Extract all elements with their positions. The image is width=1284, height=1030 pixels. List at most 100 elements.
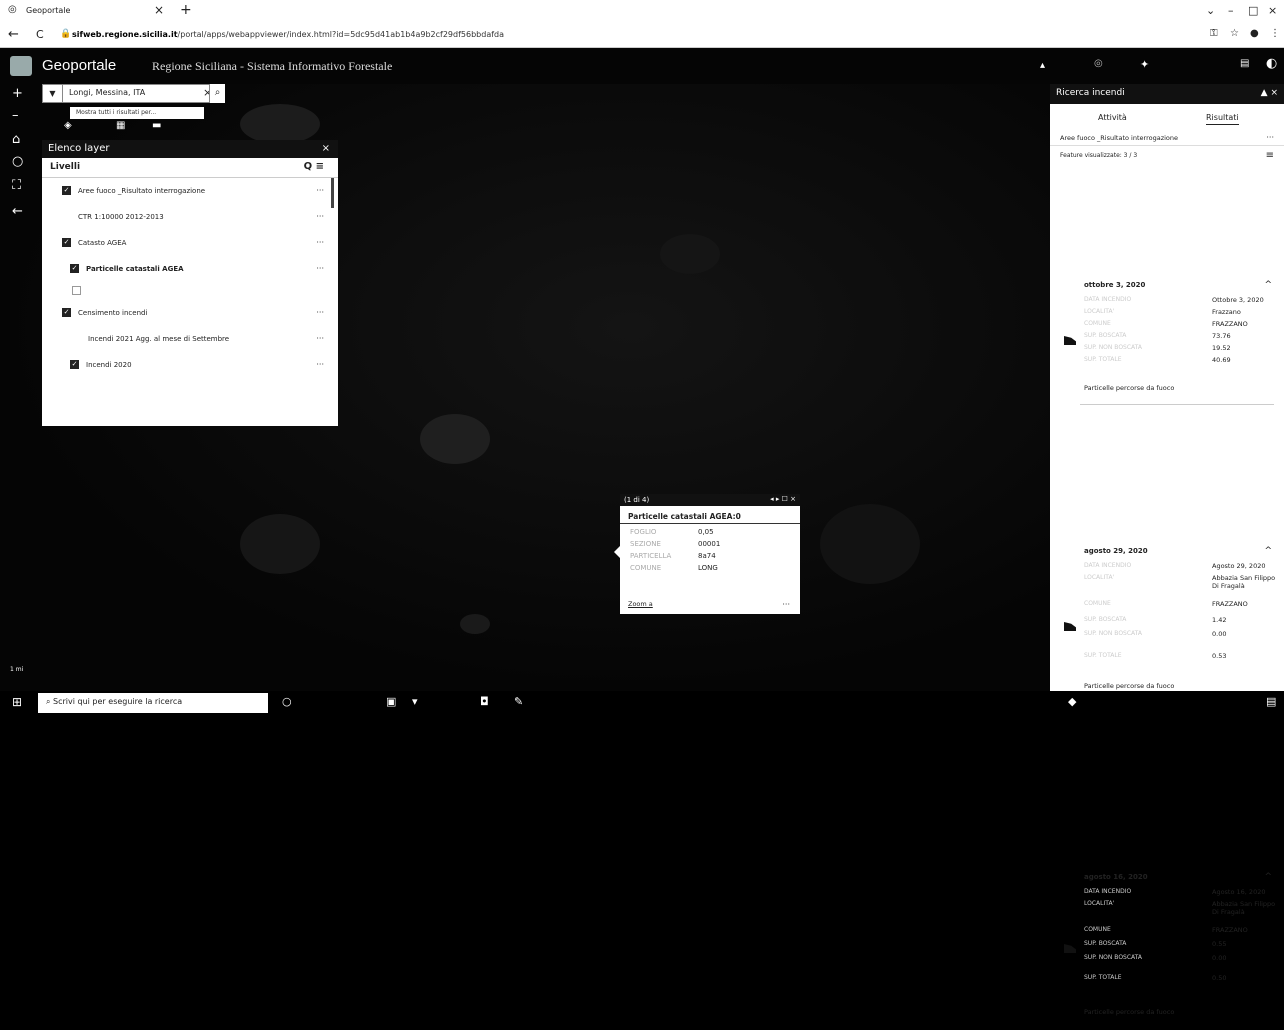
- layer-row[interactable]: ✓ Aree fuoco _Risultato interrogazione ·…: [42, 178, 338, 204]
- list-options-icon[interactable]: ≡: [1266, 150, 1274, 161]
- lock-icon: 🔒: [60, 29, 72, 39]
- layer-row[interactable]: ✓ Censimento incendi ···: [42, 300, 338, 326]
- task-view-icon[interactable]: ○: [282, 695, 292, 708]
- mail-icon[interactable]: ▾: [412, 695, 418, 708]
- chevron-up-icon[interactable]: ^: [1264, 546, 1272, 556]
- result-value: FRAZZANO: [1212, 600, 1248, 608]
- more-icon[interactable]: ···: [316, 178, 324, 204]
- locate-button[interactable]: ○: [12, 154, 23, 169]
- layers-icon[interactable]: ◈: [64, 120, 72, 131]
- result-value: Ottobre 3, 2020: [1212, 296, 1264, 304]
- layer-row[interactable]: Incendi 2021 Agg. al mese di Settembre ·…: [42, 326, 338, 352]
- more-icon[interactable]: ···: [316, 352, 324, 378]
- result-date: agosto 29, 2020: [1084, 547, 1148, 555]
- tab-close-button[interactable]: ×: [154, 3, 164, 17]
- panel-controls[interactable]: ▲ ×: [1261, 88, 1278, 98]
- tray-icon[interactable]: ◆: [1068, 695, 1076, 708]
- file-explorer-icon[interactable]: ▣: [386, 695, 396, 708]
- browser-tab[interactable]: Geoportale: [26, 6, 70, 15]
- close-icon[interactable]: ×: [322, 143, 330, 154]
- result-value: 40.69: [1212, 356, 1231, 364]
- zoom-in-button[interactable]: +: [12, 86, 23, 101]
- checkbox-checked[interactable]: ✓: [70, 264, 79, 273]
- zoom-out-button[interactable]: –: [12, 108, 19, 123]
- more-icon[interactable]: ···: [782, 600, 790, 609]
- layer-row[interactable]: ✓ Catasto AGEA ···: [42, 230, 338, 256]
- checkbox-checked[interactable]: ✓: [62, 238, 71, 247]
- profile-icon[interactable]: ●: [1250, 28, 1259, 39]
- widget-icon[interactable]: ▴: [1040, 60, 1045, 71]
- minimize-button[interactable]: –: [1228, 4, 1234, 17]
- previous-extent-button[interactable]: ←: [12, 204, 23, 219]
- menu-icon[interactable]: ⋮: [1270, 28, 1280, 39]
- more-icon[interactable]: ···: [316, 300, 324, 326]
- help-icon[interactable]: ◐: [1266, 56, 1277, 71]
- feature-popup: (1 di 4) ◂ ▸ ☐ × Particelle catastali AG…: [614, 494, 800, 614]
- reload-button[interactable]: C: [36, 28, 44, 41]
- fullscreen-button[interactable]: ⛶: [12, 178, 21, 193]
- popup-header: (1 di 4) ◂ ▸ ☐ ×: [620, 494, 800, 506]
- zoom-to-link[interactable]: Zoom a: [628, 600, 653, 608]
- url-field[interactable]: sifweb.regione.sicilia.it/portal/apps/we…: [72, 30, 504, 39]
- checkbox-checked[interactable]: ✓: [70, 360, 79, 369]
- chevron-up-icon[interactable]: ^: [1264, 280, 1272, 290]
- notifications-icon[interactable]: ▤: [1266, 695, 1276, 708]
- chevron-up-icon[interactable]: ^: [1264, 872, 1272, 882]
- result-key: SUP. BOSCATA: [1084, 616, 1127, 623]
- legend-widget-icon[interactable]: ▤: [1240, 58, 1249, 69]
- result-value: Abbazia San Filippo Di Fragalà: [1212, 900, 1276, 916]
- back-button[interactable]: ←: [8, 27, 19, 42]
- popup-controls[interactable]: ◂ ▸ ☐ ×: [770, 495, 796, 503]
- more-icon[interactable]: ···: [316, 256, 324, 282]
- tab-results[interactable]: Risultati: [1206, 113, 1239, 125]
- result-value: 0.55: [1212, 940, 1227, 948]
- layers-widget-icon[interactable]: ◎: [1094, 58, 1103, 69]
- checkbox-checked[interactable]: ✓: [62, 186, 71, 195]
- filter-tools-icon[interactable]: Q ≡: [304, 161, 324, 172]
- burned-parcels-link[interactable]: Particelle percorse da fuoco: [1084, 384, 1174, 392]
- fire-icon: [1064, 336, 1076, 345]
- layer-row[interactable]: ✓ Incendi 2020 ···: [42, 352, 338, 378]
- search-input[interactable]: Longi, Messina, ITA: [69, 88, 145, 97]
- app-icon[interactable]: ✎: [514, 695, 523, 708]
- key-icon[interactable]: ⚿: [1210, 28, 1218, 39]
- fire-widget-icon[interactable]: ✦: [1140, 58, 1149, 71]
- layer-row[interactable]: CTR 1:10000 2012-2013 ···: [42, 204, 338, 230]
- close-window-button[interactable]: ×: [1268, 4, 1277, 17]
- windows-start-icon[interactable]: ⊞: [12, 695, 22, 709]
- result-key: LOCALITA': [1084, 308, 1115, 315]
- taskbar-search-input[interactable]: ⌕ Scrivi qui per eseguire la ricerca: [38, 693, 268, 713]
- result-key: SUP. BOSCATA: [1084, 332, 1127, 339]
- store-icon[interactable]: ◘: [480, 695, 489, 708]
- print-icon[interactable]: ▬: [152, 120, 161, 131]
- new-tab-button[interactable]: +: [180, 2, 192, 18]
- result-group[interactable]: agosto 16, 2020 ^ DATA INCENDIO Agosto 16…: [1050, 870, 1284, 1030]
- result-date: ottobre 3, 2020: [1084, 281, 1146, 289]
- more-icon[interactable]: ···: [1266, 133, 1274, 142]
- more-icon[interactable]: ···: [316, 230, 324, 256]
- search-widget: ▼ Longi, Messina, ITA × ⌕: [42, 84, 225, 103]
- more-icon[interactable]: ···: [316, 204, 324, 230]
- layer-label: Aree fuoco _Risultato interrogazione: [78, 187, 206, 195]
- result-key: SUP. NON BOSCATA: [1084, 344, 1142, 351]
- result-value: Frazzano: [1212, 308, 1241, 316]
- result-key: COMUNE: [1084, 926, 1111, 933]
- basemap-icon[interactable]: ▦: [116, 120, 125, 131]
- result-group[interactable]: agosto 29, 2020 ^ DATA INCENDIO Agosto 29…: [1050, 544, 1284, 704]
- more-icon[interactable]: ···: [316, 326, 324, 352]
- search-source-dropdown[interactable]: ▼: [43, 85, 63, 102]
- chevron-down-icon[interactable]: ⌄: [1206, 4, 1215, 17]
- layer-row[interactable]: ✓ Particelle catastali AGEA ···: [42, 256, 338, 282]
- result-key: SUP. BOSCATA: [1084, 940, 1127, 947]
- result-group[interactable]: ottobre 3, 2020 ^ DATA INCENDIO Ottobre 3…: [1050, 278, 1284, 408]
- burned-parcels-link[interactable]: Particelle percorse da fuoco: [1084, 1008, 1174, 1016]
- home-button[interactable]: ⌂: [12, 132, 20, 147]
- star-icon[interactable]: ☆: [1230, 28, 1239, 39]
- search-icon[interactable]: ⌕: [209, 84, 225, 103]
- burned-parcels-link[interactable]: Particelle percorse da fuoco: [1084, 682, 1174, 690]
- search-suggestion[interactable]: Mostra tutti i risultati per...: [70, 107, 204, 119]
- maximize-button[interactable]: □: [1248, 4, 1258, 17]
- tab-activity[interactable]: Attività: [1098, 113, 1127, 122]
- checkbox-checked[interactable]: ✓: [62, 308, 71, 317]
- popup-value: 00001: [698, 540, 721, 548]
